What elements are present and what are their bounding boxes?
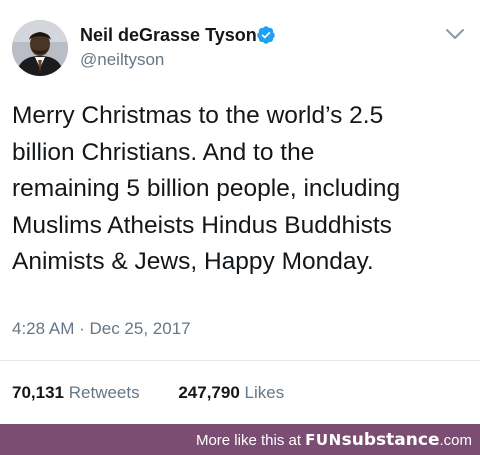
divider: [0, 360, 480, 361]
tweet-stats: 70,131 Retweets 247,790 Likes: [12, 382, 284, 404]
retweets-label: Retweets: [68, 383, 140, 402]
retweets-count: 70,131: [12, 383, 64, 402]
brand-substance: substance: [341, 430, 440, 450]
display-name[interactable]: Neil deGrasse Tyson: [80, 24, 257, 46]
tweet-text: Merry Christmas to the world’s 2.5 billi…: [12, 102, 401, 275]
tweet-card: Neil deGrasse Tyson @neiltyson Merry Chr…: [0, 0, 480, 424]
brand-domain: .com: [439, 432, 472, 449]
likes-label: Likes: [244, 383, 285, 402]
user-handle[interactable]: @neiltyson: [80, 50, 164, 70]
brand-fun: FUN: [305, 431, 342, 449]
retweets-stat[interactable]: 70,131 Retweets: [12, 382, 140, 404]
footer-prefix: More like this at: [195, 432, 301, 449]
verified-badge-icon: [257, 26, 275, 44]
likes-count: 247,790: [178, 383, 240, 402]
tweet-timestamp[interactable]: 4:28 AM · Dec 25, 2017: [12, 318, 191, 340]
avatar[interactable]: [12, 20, 68, 76]
avatar-image: [12, 20, 68, 76]
chevron-down-icon[interactable]: [444, 26, 466, 42]
watermark-footer: More like this at FUNsubstance.com: [0, 424, 480, 455]
funsubstance-link[interactable]: More like this at FUNsubstance.com: [196, 430, 472, 451]
likes-stat[interactable]: 247,790 Likes: [178, 382, 284, 404]
